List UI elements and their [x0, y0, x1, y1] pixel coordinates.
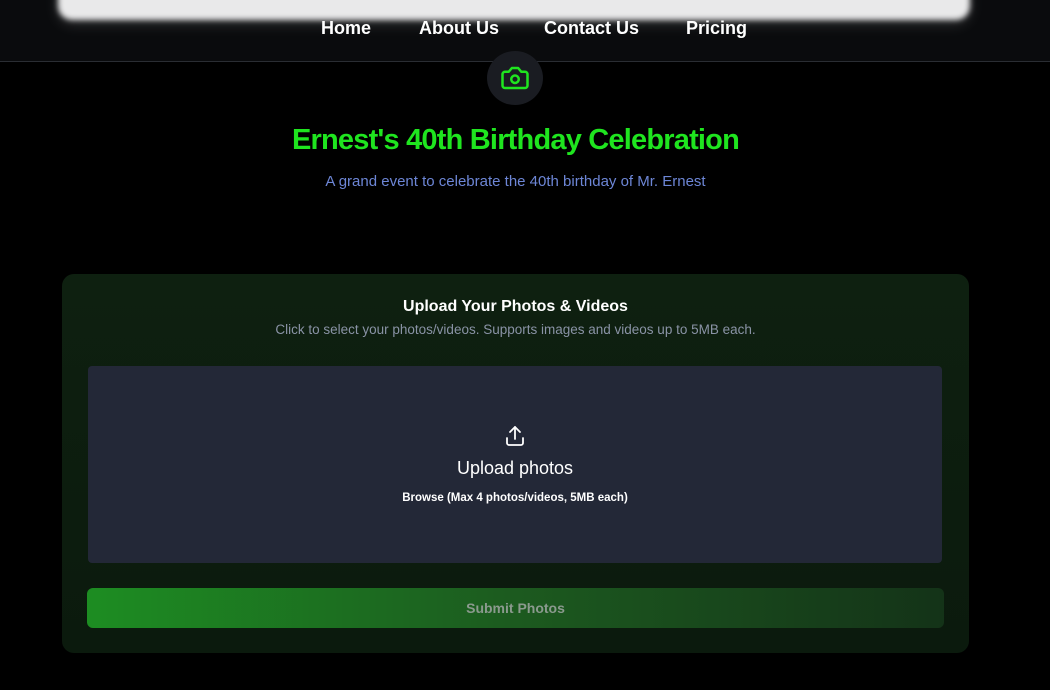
event-title: Ernest's 40th Birthday Celebration [291, 124, 740, 156]
dropzone-hint: Browse (Max 4 photos/videos, 5MB each) [402, 492, 628, 504]
upload-card: Upload Your Photos & Videos Click to sel… [62, 274, 969, 653]
event-avatar [487, 51, 543, 105]
upload-card-description: Click to select your photos/videos. Supp… [275, 322, 756, 337]
event-subtitle: A grand event to celebrate the 40th birt… [325, 173, 706, 190]
submit-photos-button[interactable]: Submit Photos [87, 588, 944, 628]
nav-link-home[interactable]: Home [321, 18, 371, 39]
nav-link-pricing[interactable]: Pricing [686, 18, 747, 39]
dropzone-label: Upload photos [456, 458, 574, 478]
blurred-top-bar [58, 0, 970, 20]
nav-link-contact-us[interactable]: Contact Us [544, 18, 639, 39]
nav-link-about-us[interactable]: About Us [419, 18, 499, 39]
upload-card-title: Upload Your Photos & Videos [403, 298, 628, 315]
upload-icon [506, 426, 524, 446]
upload-dropzone[interactable]: Upload photos Browse (Max 4 photos/video… [88, 366, 942, 563]
camera-icon [501, 66, 529, 90]
